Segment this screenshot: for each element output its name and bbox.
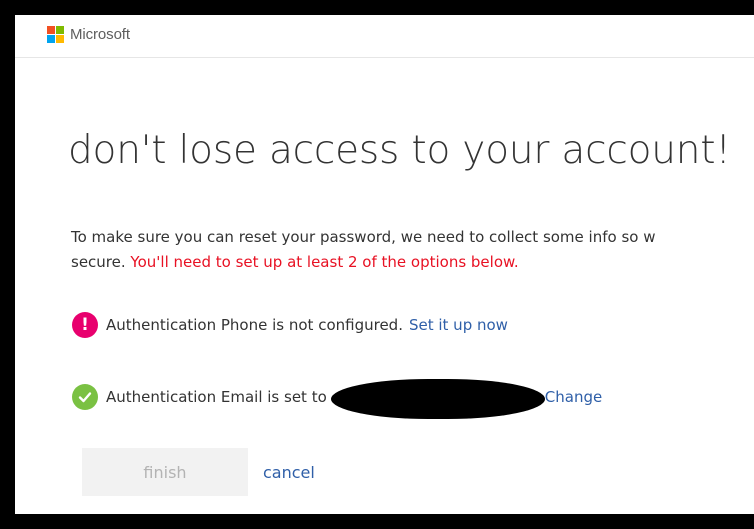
phone-status-row: ! Authentication Phone is not configured… — [72, 312, 508, 338]
email-status-text: Authentication Email is set to — [106, 388, 327, 406]
redacted-email — [330, 379, 545, 419]
finish-button[interactable]: finish — [82, 448, 248, 496]
brand-name: Microsoft — [70, 26, 130, 43]
action-bar: finish cancel — [82, 448, 315, 496]
change-email-link[interactable]: Change — [545, 388, 602, 406]
intro-line-1: To make sure you can reset your password… — [71, 228, 656, 246]
email-status-row: Authentication Email is set to Change — [72, 377, 602, 419]
set-it-up-link[interactable]: Set it up now — [409, 316, 508, 334]
page-title: don't lose access to your account! — [68, 128, 731, 173]
intro-line-2: secure. — [71, 253, 126, 271]
microsoft-grid-icon — [47, 26, 64, 43]
cancel-link[interactable]: cancel — [263, 463, 315, 482]
alert-icon: ! — [72, 312, 98, 338]
intro-warning: You'll need to set up at least 2 of the … — [130, 253, 519, 271]
microsoft-logo: Microsoft — [47, 26, 130, 43]
page-frame: Microsoft don't lose access to your acco… — [15, 15, 754, 514]
top-bar: Microsoft — [15, 15, 754, 58]
phone-status-text: Authentication Phone is not configured. — [106, 316, 403, 334]
intro-text: To make sure you can reset your password… — [71, 225, 754, 275]
check-icon — [72, 384, 98, 410]
